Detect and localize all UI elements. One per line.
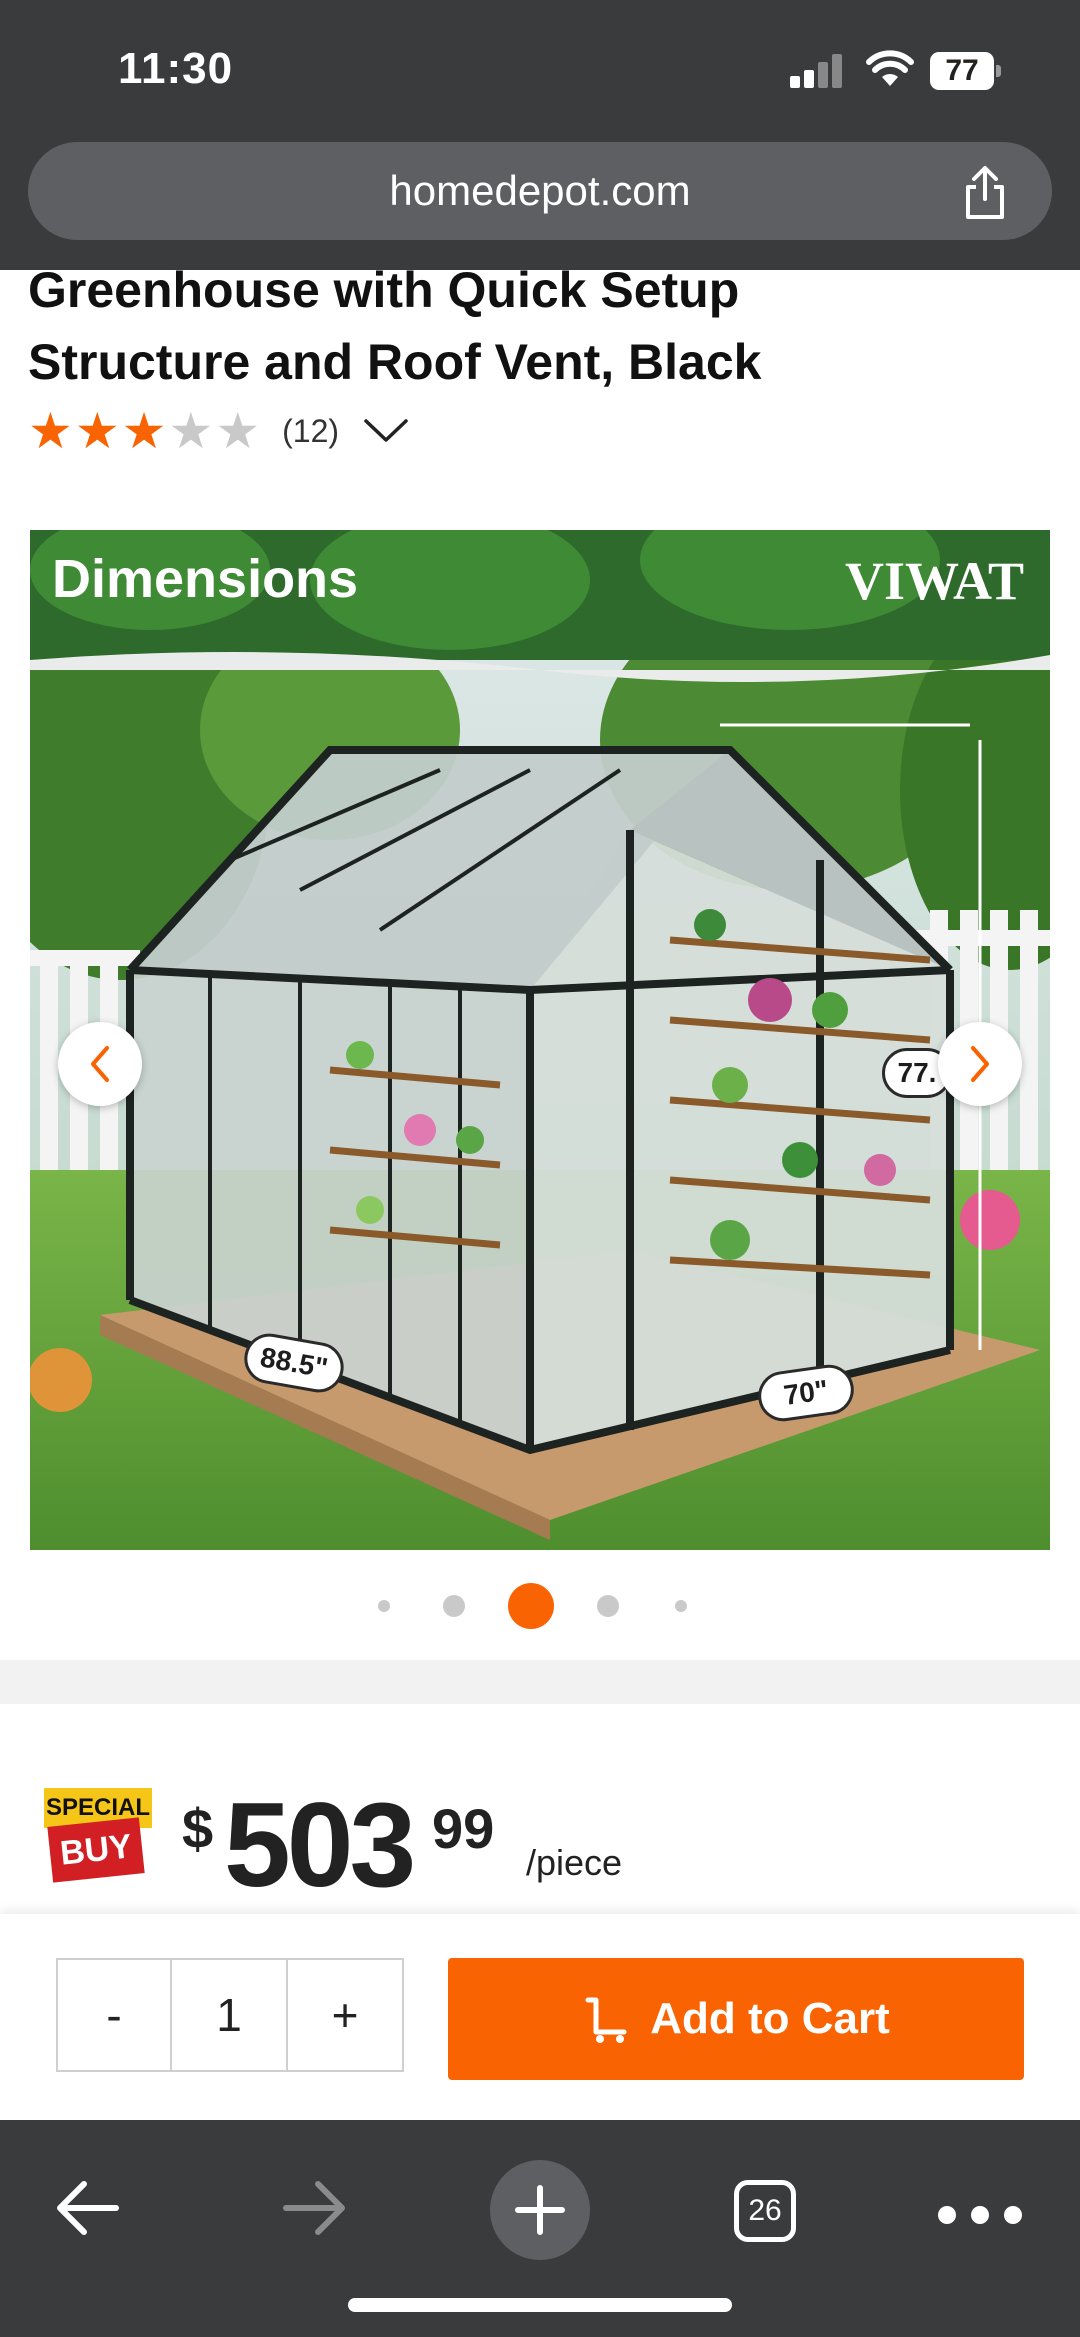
price-cents: 99 [432,1797,495,1860]
special-buy-badge: SPECIAL BUY [44,1788,152,1884]
greenhouse-illustration [30,530,1050,1550]
wifi-icon [866,50,914,86]
star-icon: ★ [74,403,120,459]
add-to-cart-button[interactable]: Add to Cart [448,1958,1024,2080]
star-icon: ★ [28,403,73,459]
star-icon: ★ [215,403,261,459]
carousel-indicator [0,1580,1080,1630]
status-time: 11:30 [118,44,234,93]
carousel-dot[interactable] [378,1600,390,1612]
quantity-input[interactable]: 1 [172,1960,288,2070]
carousel-dot[interactable] [597,1595,619,1617]
new-tab-button[interactable] [490,2160,590,2260]
star-icon: ★ [168,403,214,459]
next-image-button[interactable] [938,1022,1022,1106]
cart-icon [585,1997,627,2043]
chevron-down-icon[interactable] [363,418,409,444]
battery-icon: 77 [930,52,1002,90]
star-icon: ★ [121,403,167,459]
product-page: Greenhouse with Quick Setup Structure an… [0,270,1080,1660]
price-currency: $ [182,1797,214,1860]
price-section: SPECIAL BUY $ 503 99 /piece [0,1704,1080,1914]
rating-summary[interactable]: ★ ★ ★ ★ ★ (12) [28,406,409,456]
price-dollars: 503 [224,1778,416,1912]
url-text: homedepot.com [389,167,691,214]
tabs-icon[interactable]: 26 [734,2180,796,2242]
carousel-dot-active[interactable] [508,1583,554,1629]
plus-icon [515,2185,565,2235]
review-count: (12) [282,412,340,449]
product-title: Greenhouse with Quick Setup Structure an… [28,270,1038,398]
product-title-line-1: Greenhouse with Quick Setup [28,270,740,318]
chevron-right-icon [971,1046,989,1082]
product-title-line-2: Structure and Roof Vent, Black [28,334,762,390]
add-to-cart-label: Add to Cart [650,1994,890,2043]
battery-percent: 77 [945,54,979,87]
more-icon[interactable] [938,2206,1048,2226]
product-image[interactable]: Dimensions VIWAT 88.5" 70" 77. [30,530,1050,1550]
signal-icon [790,54,842,88]
increase-quantity-button[interactable]: + [288,1960,402,2070]
forward-arrow-icon[interactable] [280,2178,348,2238]
decrease-quantity-button[interactable]: - [58,1960,172,2070]
price-unit: /piece [526,1842,623,1883]
section-divider [0,1660,1080,1704]
badge-bottom-text: BUY [47,1817,145,1883]
image-heading: Dimensions [52,549,359,609]
status-and-url-bar: 11:30 77 homedepot.com [0,0,1080,270]
address-bar[interactable]: homedepot.com [28,142,1052,240]
home-indicator [348,2298,732,2312]
chevron-left-icon [91,1046,109,1082]
brand-name: VIWAT [844,551,1024,611]
quantity-stepper: - 1 + [56,1958,404,2072]
carousel-dot[interactable] [443,1595,465,1617]
carousel-dot[interactable] [675,1600,687,1612]
back-arrow-icon[interactable] [54,2178,122,2238]
previous-image-button[interactable] [58,1022,142,1106]
add-to-cart-bar: - 1 + Add to Cart [0,1914,1080,2120]
share-icon[interactable] [960,165,1010,221]
